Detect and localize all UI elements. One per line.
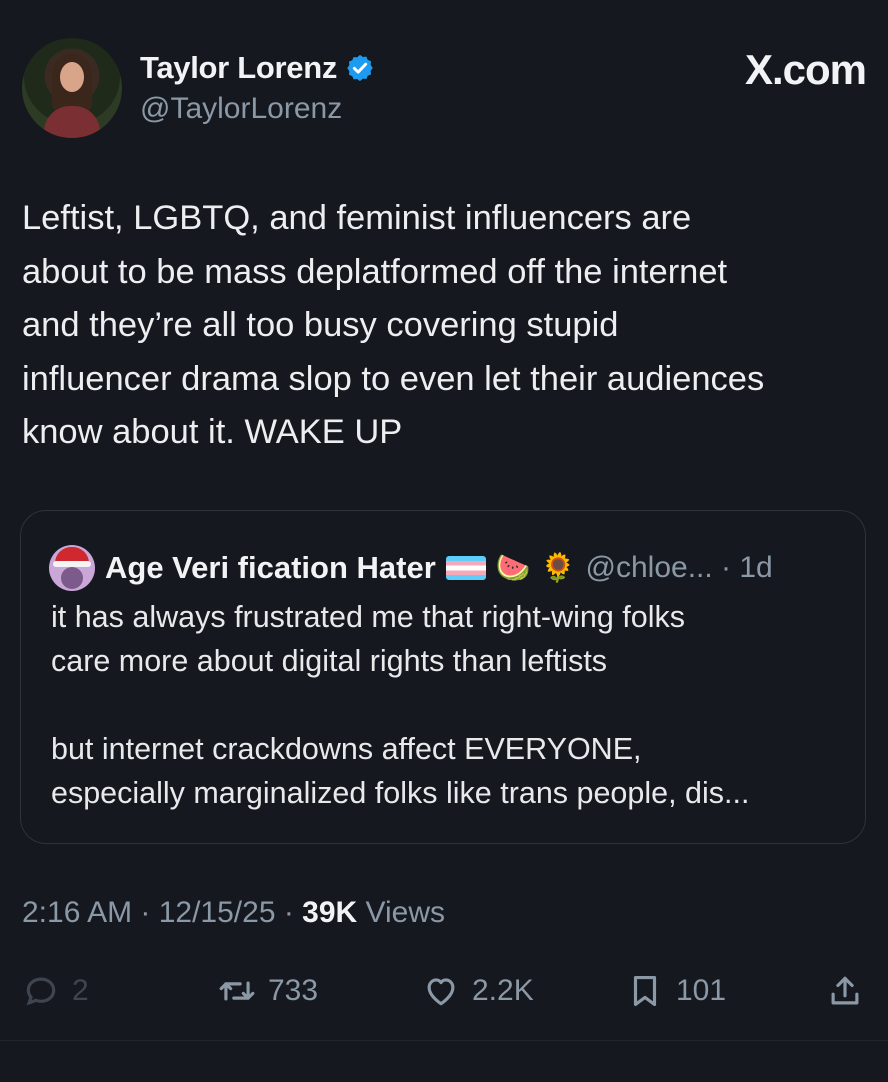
brand-watermark: X.com <box>744 46 867 93</box>
quoted-author-name[interactable]: Age Veri fication Hater <box>105 550 436 586</box>
share-icon <box>831 976 859 1005</box>
watermelon-icon: 🍉 <box>495 552 531 583</box>
action-bar: 2 733 2.2K 101 <box>22 972 866 1022</box>
reply-icon <box>26 977 56 1006</box>
reply-button[interactable]: 2 <box>22 972 89 1010</box>
verified-badge-icon <box>347 54 373 82</box>
quoted-tweet-text: it has always frustrated me that right-w… <box>51 600 750 810</box>
repost-count: 733 <box>268 974 319 1007</box>
quoted-author-avatar[interactable] <box>49 545 95 591</box>
tweet-meta: 2:16 AM · 12/15/25 · 39K Views <box>22 896 445 930</box>
repost-button[interactable]: 733 <box>218 972 318 1010</box>
repost-icon <box>219 981 255 1001</box>
author-name[interactable]: Taylor Lorenz <box>140 50 337 86</box>
views-count: 39K <box>302 896 358 929</box>
author-name-row: Taylor Lorenz <box>140 50 375 86</box>
like-count: 2.2K <box>472 974 534 1007</box>
quoted-author-handle-time: @chloe... · 1d <box>585 551 773 584</box>
bookmark-button[interactable]: 101 <box>626 972 726 1010</box>
reply-count: 2 <box>72 974 89 1007</box>
quoted-tweet-header: Age Veri fication Hater 🍉 🌻 @chloe... · … <box>49 545 773 591</box>
trans-flag-icon <box>445 556 486 580</box>
heart-icon <box>427 978 455 1006</box>
timestamp[interactable]: 2:16 AM · 12/15/25 · <box>22 896 302 929</box>
divider <box>0 1040 888 1041</box>
tweet-text: Leftist, LGBTQ, and feminist influencers… <box>22 199 765 451</box>
author-avatar[interactable] <box>22 38 122 138</box>
bookmark-count: 101 <box>676 974 727 1007</box>
quoted-tweet[interactable]: Age Veri fication Hater 🍉 🌻 @chloe... · … <box>20 510 866 844</box>
views-label: Views <box>357 896 446 929</box>
like-button[interactable]: 2.2K <box>422 972 534 1010</box>
sunflower-icon: 🌻 <box>540 552 576 583</box>
share-button[interactable] <box>826 972 864 1010</box>
author-handle[interactable]: @TaylorLorenz <box>140 92 342 126</box>
tweet-header: Taylor Lorenz @TaylorLorenz X.com <box>22 38 867 138</box>
bookmark-icon <box>633 975 657 1007</box>
